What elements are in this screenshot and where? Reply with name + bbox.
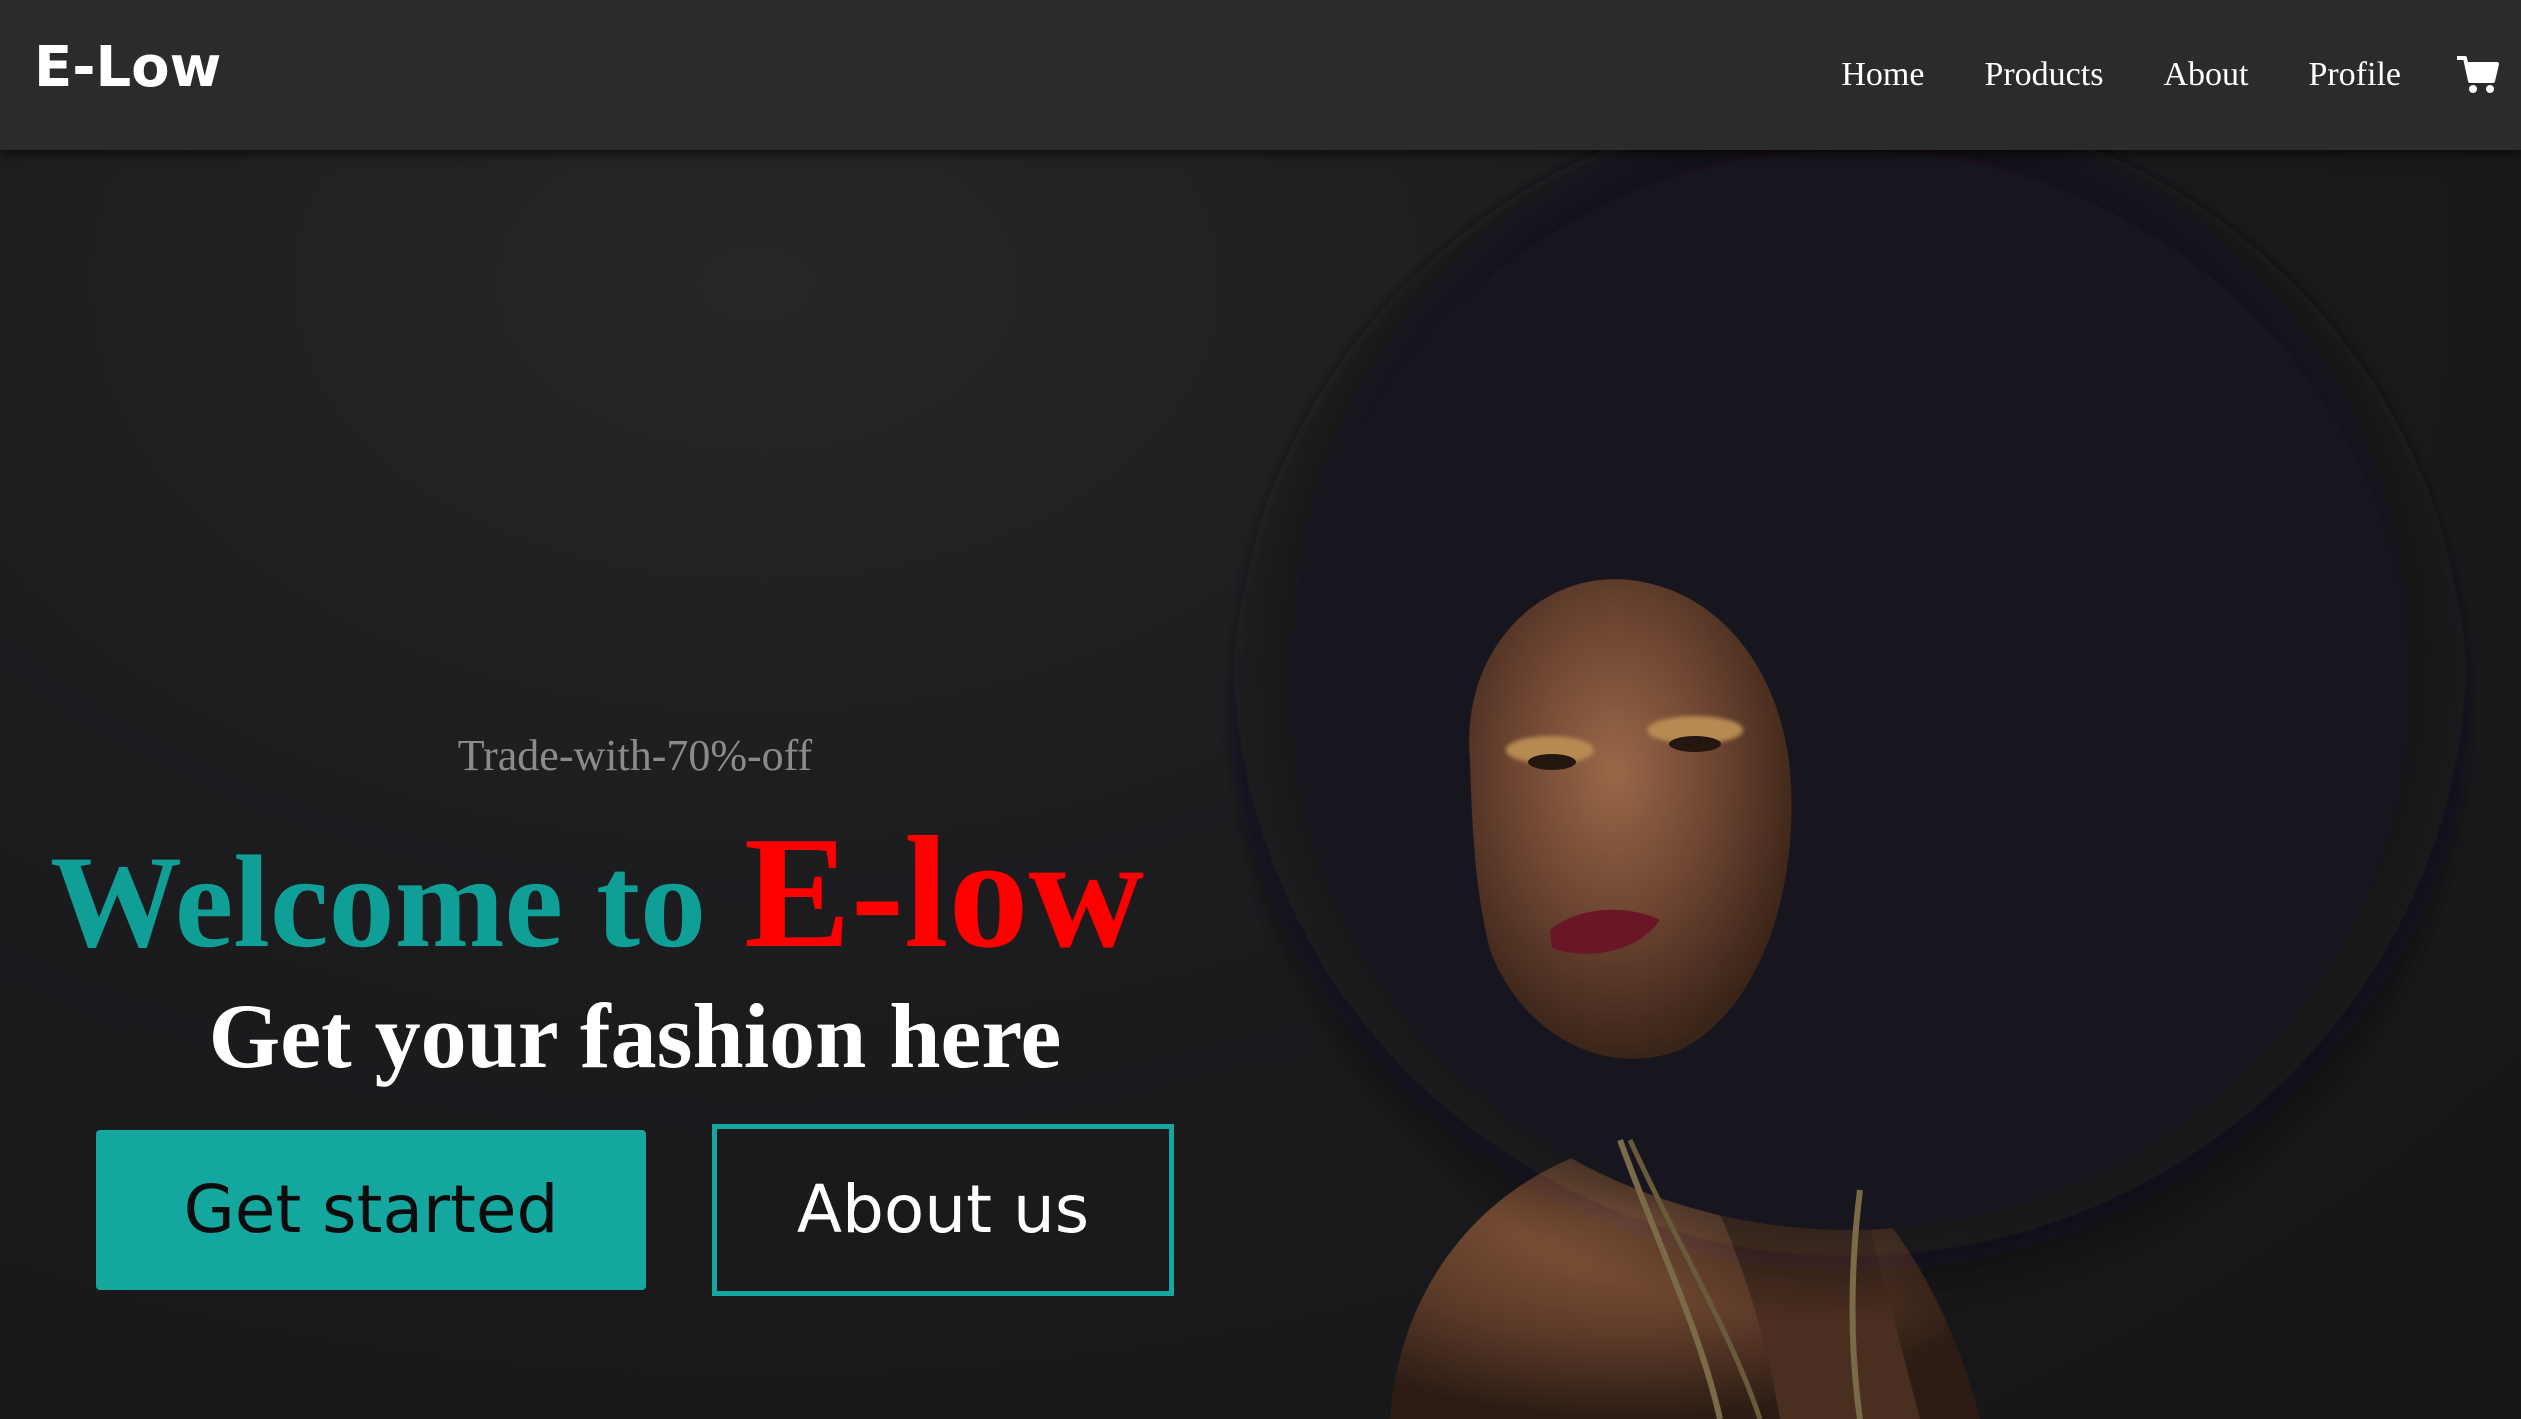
brand-logo[interactable]: E-Low: [34, 40, 221, 96]
hero-model-image: [1230, 150, 2470, 1419]
about-us-button[interactable]: About us: [712, 1124, 1174, 1296]
promo-tagline: Trade-with-70%-off: [457, 731, 813, 780]
nav-link-profile[interactable]: Profile: [2308, 58, 2401, 92]
landing-page: E-Low Home Products About Profile Trade-…: [0, 0, 2521, 1419]
nav-links: Home Products About Profile: [1841, 0, 2521, 150]
nav-link-products[interactable]: Products: [1984, 58, 2103, 92]
top-navbar: E-Low Home Products About Profile: [0, 0, 2521, 150]
headline-welcome: Welcome to: [50, 828, 707, 975]
shopping-cart-icon[interactable]: [2455, 52, 2501, 98]
hero-subheadline: Get your fashion here: [208, 985, 1062, 1087]
headline-brand: E-low: [744, 803, 1145, 981]
get-started-button[interactable]: Get started: [96, 1130, 646, 1290]
hero-headline: Welcome to E-low: [50, 812, 1144, 972]
nav-link-about[interactable]: About: [2163, 58, 2248, 92]
nav-link-home[interactable]: Home: [1841, 58, 1924, 92]
